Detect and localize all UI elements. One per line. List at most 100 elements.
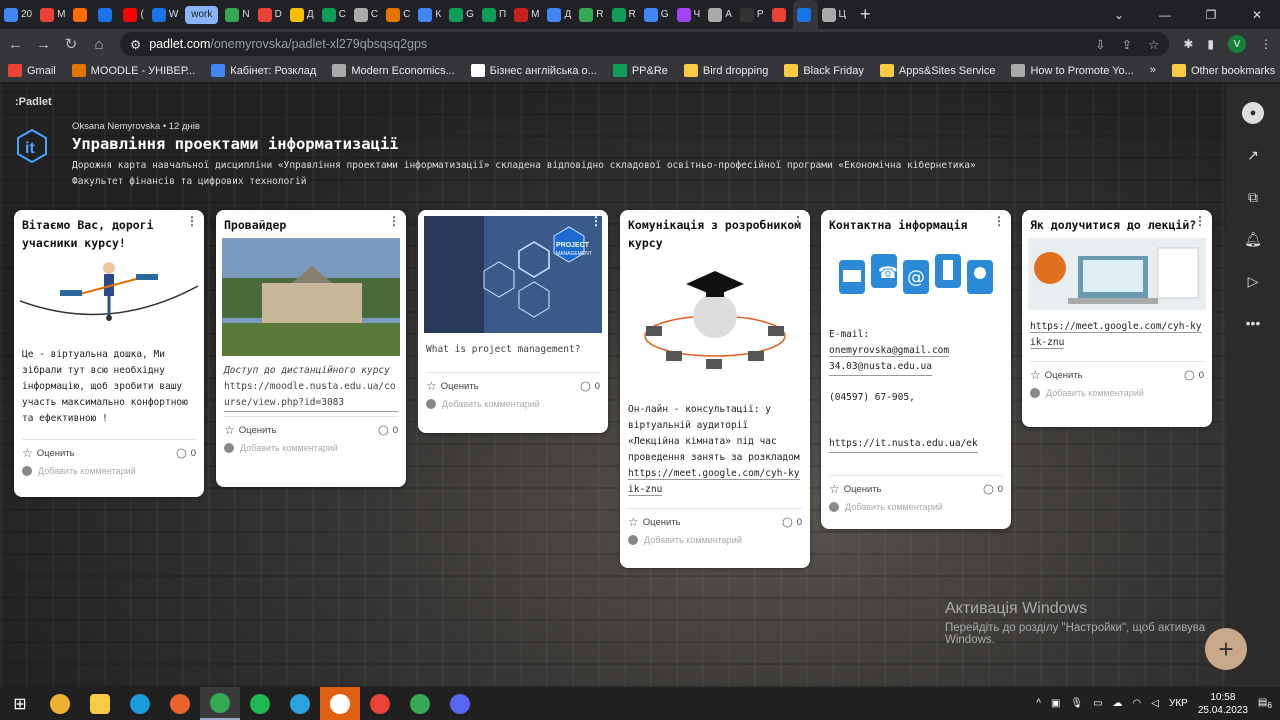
post-card-contacts[interactable]: ⋮ Контактна інформація ☎ @ E-mail: onemy… <box>821 210 1011 529</box>
browser-tab[interactable]: К <box>414 0 445 29</box>
bookmark-item[interactable]: PP&Re <box>612 64 668 77</box>
profile-avatar-icon[interactable]: ● <box>1242 102 1264 124</box>
back-icon[interactable]: ← <box>8 36 23 53</box>
tray-chevron-icon[interactable]: ^ <box>1036 698 1041 709</box>
extensions-icon[interactable]: ✱ <box>1183 37 1193 51</box>
bookmark-item[interactable]: Bird dropping <box>683 64 768 77</box>
tray-clock[interactable]: 10:58 25.04.2023 <box>1198 691 1248 717</box>
other-bookmarks[interactable]: Other bookmarks <box>1171 64 1275 77</box>
star-icon[interactable]: ☆ <box>628 515 639 529</box>
tray-mic-icon[interactable]: 🎙︎ <box>1070 698 1083 709</box>
browser-tab[interactable]: M <box>36 0 69 29</box>
add-comment[interactable]: Добавить комментарий <box>418 397 608 417</box>
browser-tab[interactable] <box>94 0 119 29</box>
remake-icon[interactable]: ⧉ <box>1242 186 1264 208</box>
bookmark-star-icon[interactable]: ☆ <box>1148 37 1159 52</box>
bookmark-item[interactable]: Modern Economics... <box>332 64 455 77</box>
add-comment[interactable]: Добавить комментарий <box>821 500 1011 520</box>
site-info-icon[interactable]: ⚙ <box>130 37 141 52</box>
browser-tab[interactable]: ( <box>119 0 147 29</box>
taskbar-app-firefox[interactable] <box>160 687 200 720</box>
profile-avatar[interactable]: V <box>1228 35 1246 53</box>
tray-camera-icon[interactable]: ▣ <box>1051 698 1060 709</box>
bookmark-item[interactable]: Gmail <box>8 64 56 77</box>
browser-tab[interactable]: С <box>318 0 350 29</box>
add-comment[interactable]: Добавить комментарий <box>216 441 406 461</box>
browser-tab[interactable]: П <box>478 0 510 29</box>
browser-tab[interactable]: С <box>382 0 414 29</box>
post-menu-icon[interactable]: ⋮ <box>590 214 602 228</box>
post-menu-icon[interactable]: ⋮ <box>792 214 804 228</box>
browser-tab[interactable]: Д <box>543 0 575 29</box>
maximize-button[interactable]: ❐ <box>1188 0 1234 29</box>
taskbar-app-chrome-2[interactable] <box>360 687 400 720</box>
side-panel-icon[interactable]: ▮ <box>1207 37 1214 51</box>
minimize-button[interactable]: — <box>1142 0 1188 29</box>
browser-tab[interactable]: G <box>640 0 673 29</box>
start-button[interactable]: ⊞ <box>0 687 40 720</box>
comment-icon[interactable]: ◯ <box>176 448 187 459</box>
url-field[interactable]: ⚙ padlet.com/onemyrovska/padlet-xl279qbs… <box>120 32 1170 56</box>
share-icon[interactable]: ⇪ <box>1122 37 1132 52</box>
email-link-1[interactable]: onemyrovska@gmail.com <box>829 345 950 357</box>
browser-tab[interactable]: G <box>445 0 478 29</box>
bookmark-item[interactable]: How to Promote Yo... <box>1011 64 1134 77</box>
browser-tab[interactable]: D <box>254 0 286 29</box>
padlet-logo[interactable]: :Padlet <box>15 96 52 108</box>
comment-icon[interactable]: ◯ <box>983 484 994 495</box>
post-menu-icon[interactable]: ⋮ <box>186 214 198 228</box>
chrome-menu-icon[interactable]: ⋮ <box>1260 37 1272 51</box>
faculty-link[interactable]: https://it.nusta.edu.ua/ek <box>829 436 978 453</box>
browser-tab[interactable]: W <box>148 0 182 29</box>
taskbar-app-spotify[interactable] <box>240 687 280 720</box>
meet-link[interactable]: https://meet.google.com/cyh-kyik-znu <box>1030 321 1202 349</box>
home-icon[interactable]: ⌂ <box>92 36 106 53</box>
star-icon[interactable]: ☆ <box>829 482 840 496</box>
email-link-2[interactable]: 34.03@nusta.edu.ua <box>829 359 932 376</box>
add-post-button[interactable]: + <box>1205 628 1247 670</box>
new-tab-button[interactable]: + <box>850 4 881 25</box>
browser-tab[interactable]: work <box>185 5 219 24</box>
browser-tab[interactable]: 20 <box>0 0 36 29</box>
slideshow-icon[interactable]: ▷ <box>1242 270 1264 292</box>
post-card-welcome[interactable]: ⋮ Вітаємо Вас, дорогі учасники курсу! Це… <box>14 210 204 497</box>
notification-center-icon[interactable]: ▤6 <box>1258 697 1272 710</box>
post-card-communication[interactable]: ⋮ Комунікація з розробником курсу Он-лай… <box>620 210 810 568</box>
install-icon[interactable]: ⇩ <box>1095 37 1105 52</box>
add-comment[interactable]: Добавить комментарий <box>1022 386 1212 406</box>
browser-tab[interactable] <box>768 0 793 29</box>
tray-network-icon[interactable]: ▭ <box>1093 698 1102 709</box>
taskbar-app-chrome[interactable] <box>200 687 240 720</box>
bookmark-item[interactable]: Кабінет: Розклад <box>211 64 316 77</box>
bookmark-item[interactable]: Black Friday <box>784 64 864 77</box>
rate-button[interactable]: Оценить <box>844 484 882 495</box>
comment-icon[interactable]: ◯ <box>1184 370 1195 381</box>
tray-cloud-icon[interactable]: ☁ <box>1113 698 1123 709</box>
taskbar-app-explorer[interactable] <box>80 687 120 720</box>
close-window-button[interactable]: ✕ <box>1234 0 1280 29</box>
meet-link[interactable]: https://meet.google.com/cyh-kyik-znu <box>628 468 800 496</box>
bookmark-item[interactable]: Apps&Sites Service <box>879 64 995 77</box>
taskbar-app-telegram[interactable] <box>280 687 320 720</box>
tray-language[interactable]: УКР <box>1169 698 1188 709</box>
share-icon[interactable]: ↗ <box>1242 144 1264 166</box>
browser-tab[interactable]: Ц <box>818 0 850 29</box>
browser-tab[interactable]: Р <box>736 0 768 29</box>
forward-icon[interactable]: → <box>36 36 51 53</box>
browser-tab[interactable] <box>792 0 818 29</box>
browser-tab[interactable]: Ч <box>673 0 705 29</box>
add-comment[interactable]: Добавить комментарий <box>620 533 810 553</box>
star-icon[interactable]: ☆ <box>224 423 235 437</box>
notification-bell-icon[interactable]: 🔔︎ <box>1242 228 1264 250</box>
browser-tab[interactable]: А <box>704 0 736 29</box>
rate-button[interactable]: Оценить <box>643 517 681 528</box>
comment-icon[interactable]: ◯ <box>782 517 793 528</box>
post-menu-icon[interactable]: ⋮ <box>388 214 400 228</box>
star-icon[interactable]: ☆ <box>426 379 437 393</box>
browser-tab[interactable]: R <box>575 0 607 29</box>
tab-search-icon[interactable]: ⌄ <box>1096 0 1142 29</box>
browser-tab[interactable]: М <box>510 0 543 29</box>
post-menu-icon[interactable]: ⋮ <box>993 214 1005 228</box>
comment-icon[interactable]: ◯ <box>378 425 389 436</box>
post-card-project-management[interactable]: ⋮ PROJECT MANAGEMENT What is project man… <box>418 210 608 433</box>
